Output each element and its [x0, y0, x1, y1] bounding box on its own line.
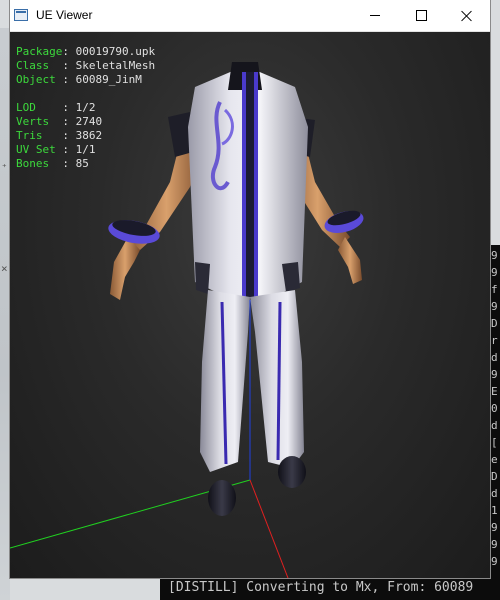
maximize-icon: [415, 10, 427, 21]
info-object-value: 60089_JinM: [75, 73, 142, 86]
info-uvset-label: UV Set: [16, 143, 63, 156]
console-side-char: 9: [491, 266, 498, 279]
close-icon: [461, 10, 473, 22]
info-tris-label: Tris: [16, 129, 63, 142]
info-uvset-row: UV Set : 1/1: [16, 143, 96, 156]
app-icon: [14, 9, 28, 21]
console-side-char: d: [491, 487, 498, 500]
title-bar[interactable]: UE Viewer: [10, 0, 490, 32]
info-lod-value: 1/2: [75, 101, 96, 114]
axis-x-line: [249, 479, 289, 578]
info-object-label: Object: [16, 73, 63, 86]
3d-viewport[interactable]: Package: 00019790.upk Class : SkeletalMe…: [10, 32, 490, 578]
background-console-bottom: [DISTILL] Converting to Mx, From: 60089: [160, 578, 500, 600]
console-side-char: 9: [491, 521, 498, 534]
info-bones-value: 85: [75, 157, 89, 170]
console-side-char: 9: [491, 249, 498, 262]
ue-viewer-window: UE Viewer Package: 00019790.upk Class: …: [10, 0, 490, 578]
mesh-info-overlay: Package: 00019790.upk Class : SkeletalMe…: [16, 45, 155, 171]
console-side-char: D: [491, 470, 498, 483]
console-side-char: r: [491, 334, 498, 347]
info-package-label: Package: [16, 45, 63, 58]
desktop-left-strip: [0, 28, 10, 600]
info-class-label: Class: [16, 59, 63, 72]
console-side-char: f: [491, 283, 498, 296]
info-uvset-value: 1/1: [75, 143, 96, 156]
console-side-char: 1: [491, 504, 498, 517]
shirt: [188, 62, 308, 300]
console-side-char: 9: [491, 538, 498, 551]
info-package-value: 00019790.upk: [75, 45, 156, 58]
info-bones-row: Bones : 85: [16, 157, 89, 170]
console-side-char: [: [491, 436, 498, 449]
desktop-glyph: ×: [1, 262, 8, 275]
pants: [200, 290, 304, 480]
console-side-char: d: [491, 351, 498, 364]
info-object-row: Object : 60089_JinM: [16, 73, 142, 86]
console-side-char: d: [491, 419, 498, 432]
desktop-glyph: ⁺: [1, 161, 8, 174]
info-package-row: Package: 00019790.upk: [16, 45, 156, 58]
info-tris-row: Tris : 3862: [16, 129, 103, 142]
console-side-char: 9: [491, 555, 498, 568]
console-side-char: D: [491, 317, 498, 330]
background-console-right: 9 9 f 9 Dr d 9 E 0 d[e Dd 1 9 9 9: [490, 245, 500, 600]
console-side-char: E: [491, 385, 498, 398]
info-tris-value: 3862: [75, 129, 103, 142]
info-bones-label: Bones: [16, 157, 63, 170]
console-side-char: 0: [491, 402, 498, 415]
console-side-char: e: [491, 453, 498, 466]
info-verts-value: 2740: [75, 115, 103, 128]
maximize-button[interactable]: [398, 0, 444, 31]
info-class-value: SkeletalMesh: [75, 59, 156, 72]
minimize-button[interactable]: [352, 0, 398, 31]
console-side-char: 9: [491, 300, 498, 313]
info-lod-label: LOD: [16, 101, 63, 114]
info-class-row: Class : SkeletalMesh: [16, 59, 156, 72]
minimize-icon: [370, 15, 380, 16]
info-verts-row: Verts : 2740: [16, 115, 103, 128]
screen: ⁺ × 9 9 f 9 Dr d 9 E 0 d[e Dd 1 9 9 9 [DISTILL] Conver…: [0, 0, 500, 600]
window-title: UE Viewer: [36, 8, 93, 22]
console-side-char: 9: [491, 368, 498, 381]
console-bottom-text: [DISTILL] Converting to Mx, From: 60089: [168, 580, 474, 595]
close-button[interactable]: [444, 0, 490, 31]
info-lod-row: LOD : 1/2: [16, 101, 96, 114]
info-verts-label: Verts: [16, 115, 63, 128]
